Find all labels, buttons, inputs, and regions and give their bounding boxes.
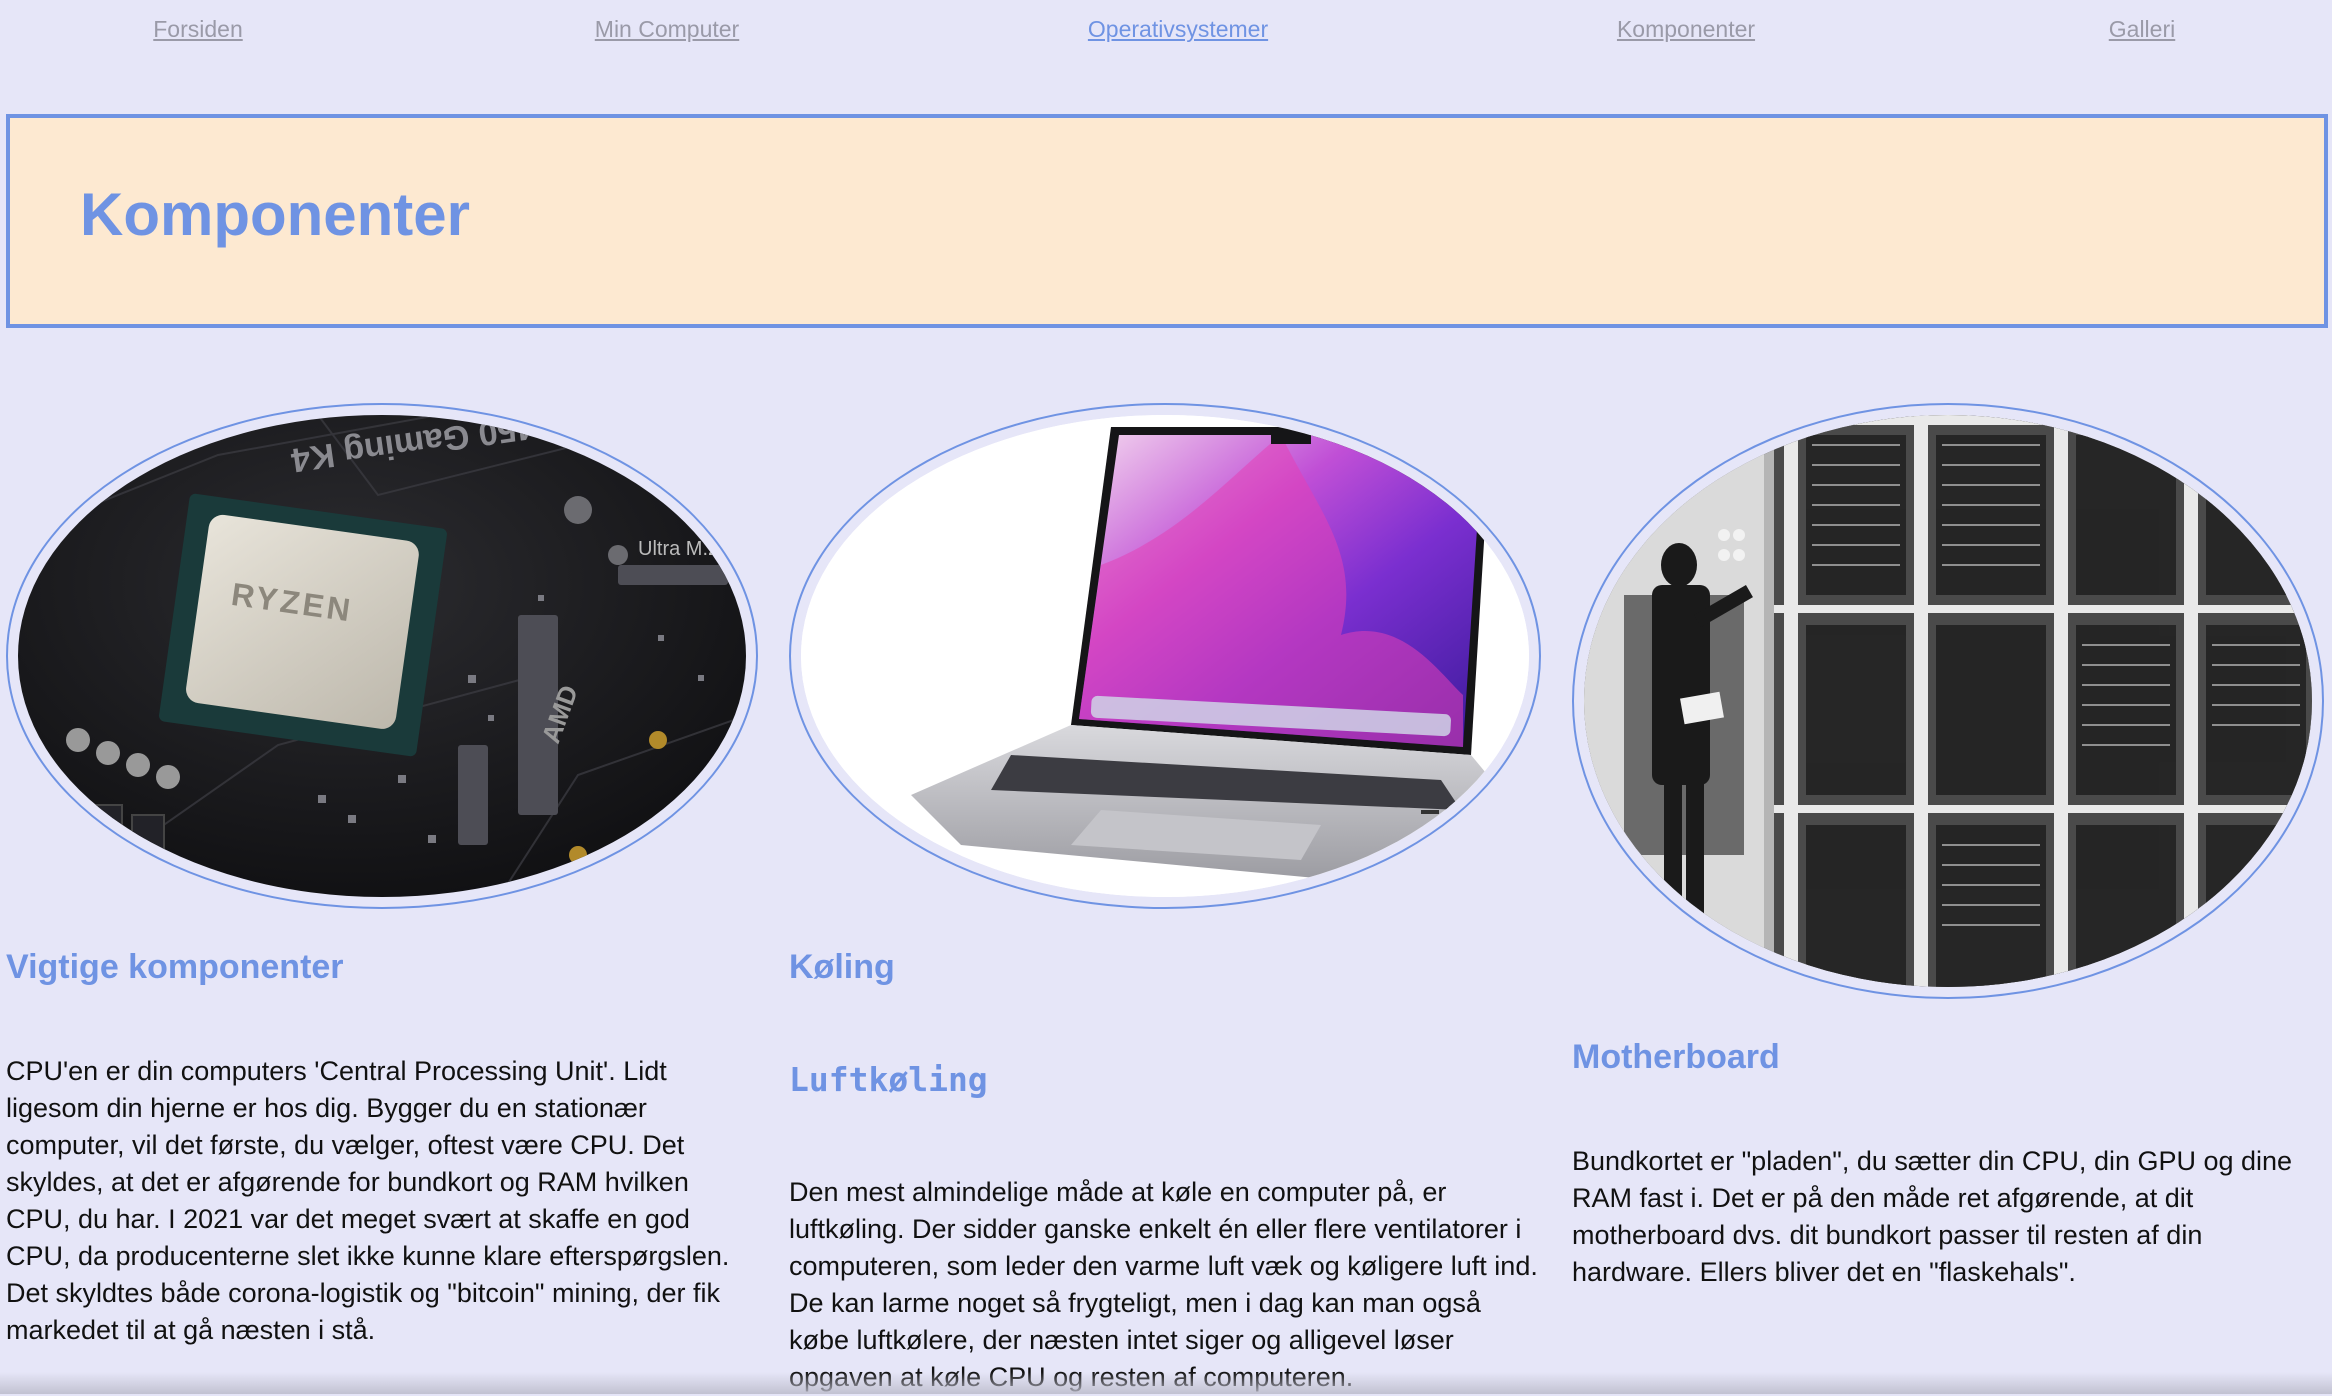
laptop-illustration: [801, 415, 1529, 897]
heading-motherboard: Motherboard: [1572, 1040, 1780, 1074]
text-vigtige-komponenter: CPU'en er din computers 'Central Process…: [6, 1053, 756, 1349]
cpu-image: B450 Gaming K4 RYZEN Ultra M.2 AMD: [18, 415, 746, 897]
m2-text: Ultra M.2: [638, 538, 719, 560]
subheading-luftkoling: Luftkøling: [789, 1063, 988, 1096]
nav-link-forsiden[interactable]: Forsiden: [153, 16, 242, 43]
page-title: Komponenter: [80, 185, 470, 245]
cpu-image-frame: B450 Gaming K4 RYZEN Ultra M.2 AMD: [6, 403, 758, 909]
nav-link-komponenter[interactable]: Komponenter: [1617, 16, 1755, 43]
top-nav: Forsiden Min Computer Operativsystemer K…: [0, 16, 2332, 46]
hero-banner: Komponenter: [6, 114, 2328, 328]
laptop-image: [801, 415, 1529, 897]
bottom-shadow: [0, 1372, 2332, 1394]
nav-link-galleri[interactable]: Galleri: [2109, 16, 2175, 43]
heading-vigtige-komponenter: Vigtige komponenter: [6, 950, 344, 984]
mainframe-image: [1584, 415, 2312, 987]
nav-link-min-computer[interactable]: Min Computer: [595, 16, 739, 43]
laptop-image-frame: [789, 403, 1541, 909]
heading-koling: Køling: [789, 950, 895, 984]
motherboard-illustration: B450 Gaming K4 RYZEN Ultra M.2 AMD: [18, 415, 746, 897]
mainframe-image-frame: [1572, 403, 2324, 999]
text-motherboard: Bundkortet er "pladen", du sætter din CP…: [1572, 1143, 2327, 1291]
text-koling: Den mest almindelige måde at køle en com…: [789, 1174, 1539, 1396]
mainframe-illustration: [1584, 415, 2312, 987]
nav-link-operativsystemer[interactable]: Operativsystemer: [1088, 16, 1268, 43]
